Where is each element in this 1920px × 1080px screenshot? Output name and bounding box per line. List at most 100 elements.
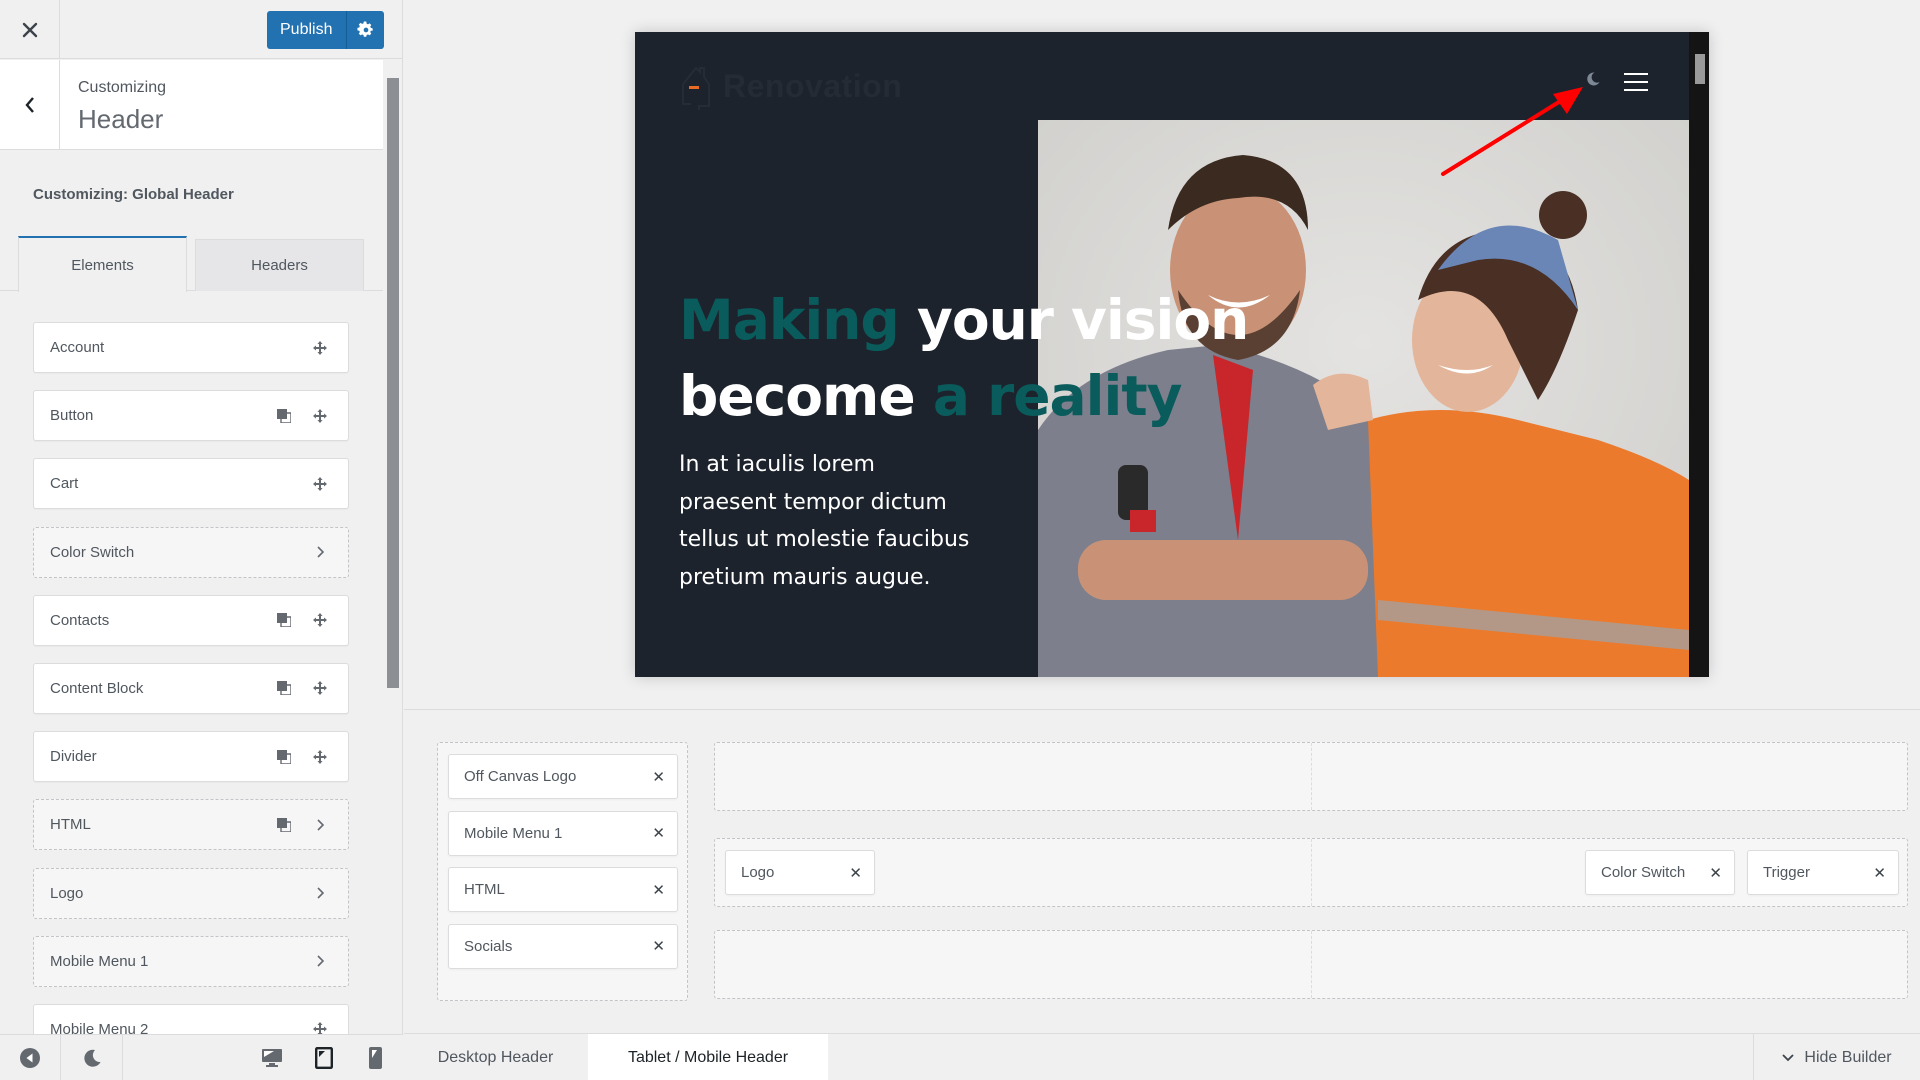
remove-element-icon[interactable]: ✕	[652, 768, 665, 786]
builder-row-main: Logo ✕ Color Switch ✕ Trigger ✕	[714, 838, 1908, 907]
remove-element-icon[interactable]: ✕	[849, 864, 862, 882]
preview-mobile-button[interactable]	[364, 1035, 386, 1080]
builder-element-chip[interactable]: Off Canvas Logo ✕	[448, 754, 678, 799]
hide-builder-label: Hide Builder	[1804, 1048, 1892, 1066]
move-icon[interactable]	[302, 338, 338, 358]
customizer-topbar: Publish	[0, 0, 403, 59]
close-icon	[22, 22, 37, 37]
element-item-label: Color Switch	[50, 543, 135, 561]
element-item-actions	[266, 406, 348, 426]
desktop-icon	[262, 1049, 282, 1067]
preview-scrollbar[interactable]	[1689, 32, 1709, 677]
element-item[interactable]: Cart	[33, 458, 349, 510]
element-item-label: Button	[50, 407, 94, 425]
hero-title-accent-1: Making	[679, 288, 900, 352]
chevron-right-icon[interactable]	[302, 951, 338, 971]
chevron-right-icon[interactable]	[302, 815, 338, 835]
element-item[interactable]: Divider	[33, 731, 349, 783]
hero-title-text-1: your vision	[898, 288, 1249, 352]
element-item[interactable]: Mobile Menu 1	[33, 935, 349, 987]
remove-element-icon[interactable]: ✕	[652, 937, 665, 955]
element-item[interactable]: Logo	[33, 867, 349, 919]
mobile-menu-trigger[interactable]	[1624, 73, 1648, 91]
builder-element-chip[interactable]: HTML ✕	[448, 867, 678, 912]
move-icon[interactable]	[302, 474, 338, 494]
element-item-actions	[266, 678, 348, 698]
element-item-actions	[302, 542, 348, 562]
dark-mode-toggle[interactable]	[61, 1035, 123, 1080]
preview-tablet-button[interactable]	[311, 1035, 337, 1080]
duplicate-icon[interactable]	[266, 815, 302, 835]
move-icon[interactable]	[302, 406, 338, 426]
builder-footer: Desktop Header Tablet / Mobile Header Hi…	[404, 1033, 1920, 1080]
builder-element-chip[interactable]: Socials ✕	[448, 923, 678, 969]
tab-headers[interactable]: Headers	[195, 239, 364, 291]
builder-element-chip[interactable]: Logo ✕	[725, 850, 875, 895]
move-icon[interactable]	[302, 747, 338, 767]
element-item-label: Contacts	[50, 611, 110, 629]
remove-element-icon[interactable]: ✕	[652, 824, 665, 842]
elements-list: Account Button Cart Color Switch Contacts Con…	[33, 322, 349, 1035]
close-customizer-button[interactable]	[0, 0, 60, 59]
hero-title-text-2: become	[679, 364, 933, 428]
publish-settings-button[interactable]	[346, 11, 384, 49]
site-preview-frame[interactable]: Renovation Making your vision become a r…	[635, 32, 1709, 677]
builder-row-bottom	[714, 930, 1908, 999]
off-canvas-area: Off Canvas Logo ✕ Mobile Menu 1 ✕ HTML ✕ Socia…	[437, 742, 688, 1001]
chevron-right-icon[interactable]	[302, 542, 338, 562]
builder-element-chip[interactable]: Color Switch ✕	[1585, 850, 1735, 895]
remove-element-icon[interactable]: ✕	[1709, 864, 1722, 882]
site-logo[interactable]: Renovation	[679, 62, 902, 110]
back-button[interactable]	[0, 60, 60, 150]
chevron-down-icon	[1782, 1053, 1795, 1061]
section-header: Customizing Header	[0, 60, 383, 150]
builder-element-label: Trigger	[1763, 864, 1810, 881]
builder-element-chip[interactable]: Mobile Menu 1 ✕	[448, 810, 678, 856]
element-item-label: HTML	[50, 816, 91, 834]
panel-scrollbar[interactable]	[387, 78, 399, 688]
duplicate-icon[interactable]	[266, 678, 302, 698]
move-icon[interactable]	[302, 1019, 338, 1035]
move-icon[interactable]	[302, 678, 338, 698]
element-item[interactable]: Color Switch	[33, 526, 349, 578]
global-header-label: Customizing: Global Header	[33, 186, 234, 203]
hero-title: Making your vision become a reality	[679, 282, 1249, 434]
column-divider	[1311, 931, 1312, 998]
element-item-label: Account	[50, 339, 105, 356]
element-item-label: Content Block	[50, 679, 144, 697]
hamburger-line	[1624, 89, 1648, 91]
hide-builder-button[interactable]: Hide Builder	[1753, 1034, 1920, 1080]
tab-desktop-header[interactable]: Desktop Header	[404, 1034, 587, 1080]
element-item-actions	[302, 951, 348, 971]
tab-tablet-mobile-header[interactable]: Tablet / Mobile Header	[588, 1034, 828, 1080]
element-item[interactable]: Content Block	[33, 662, 349, 714]
chevron-right-icon[interactable]	[302, 883, 338, 903]
move-icon[interactable]	[302, 610, 338, 630]
element-item-label: Logo	[50, 884, 84, 902]
tab-elements[interactable]: Elements	[18, 236, 187, 292]
element-item[interactable]: Account	[33, 322, 349, 373]
section-subtitle: Customizing	[78, 79, 167, 96]
remove-element-icon[interactable]: ✕	[1873, 864, 1886, 882]
builder-element-label: Mobile Menu 1	[464, 824, 563, 842]
element-item[interactable]: Button	[33, 390, 349, 442]
element-item[interactable]: Mobile Menu 2	[33, 1003, 349, 1035]
element-item[interactable]: HTML	[33, 799, 349, 851]
preview-scrollbar-thumb[interactable]	[1695, 54, 1705, 84]
preview-desktop-button[interactable]	[258, 1035, 286, 1080]
house-logo-icon	[682, 66, 710, 110]
builder-element-chip[interactable]: Trigger ✕	[1747, 850, 1899, 895]
chevron-left-icon	[24, 97, 34, 113]
duplicate-icon[interactable]	[266, 610, 302, 630]
moon-icon	[1587, 72, 1600, 86]
collapse-sidebar-button[interactable]	[0, 1035, 61, 1080]
panel-tabs: Elements Headers	[0, 236, 383, 292]
remove-element-icon[interactable]: ✕	[652, 881, 665, 899]
color-switch-button[interactable]	[1580, 66, 1606, 92]
element-item[interactable]: Contacts	[33, 594, 349, 646]
panel-footer	[0, 1034, 403, 1080]
duplicate-icon[interactable]	[266, 406, 302, 426]
duplicate-icon[interactable]	[266, 747, 302, 767]
publish-button[interactable]: Publish	[267, 11, 346, 49]
element-item-actions	[266, 747, 348, 767]
